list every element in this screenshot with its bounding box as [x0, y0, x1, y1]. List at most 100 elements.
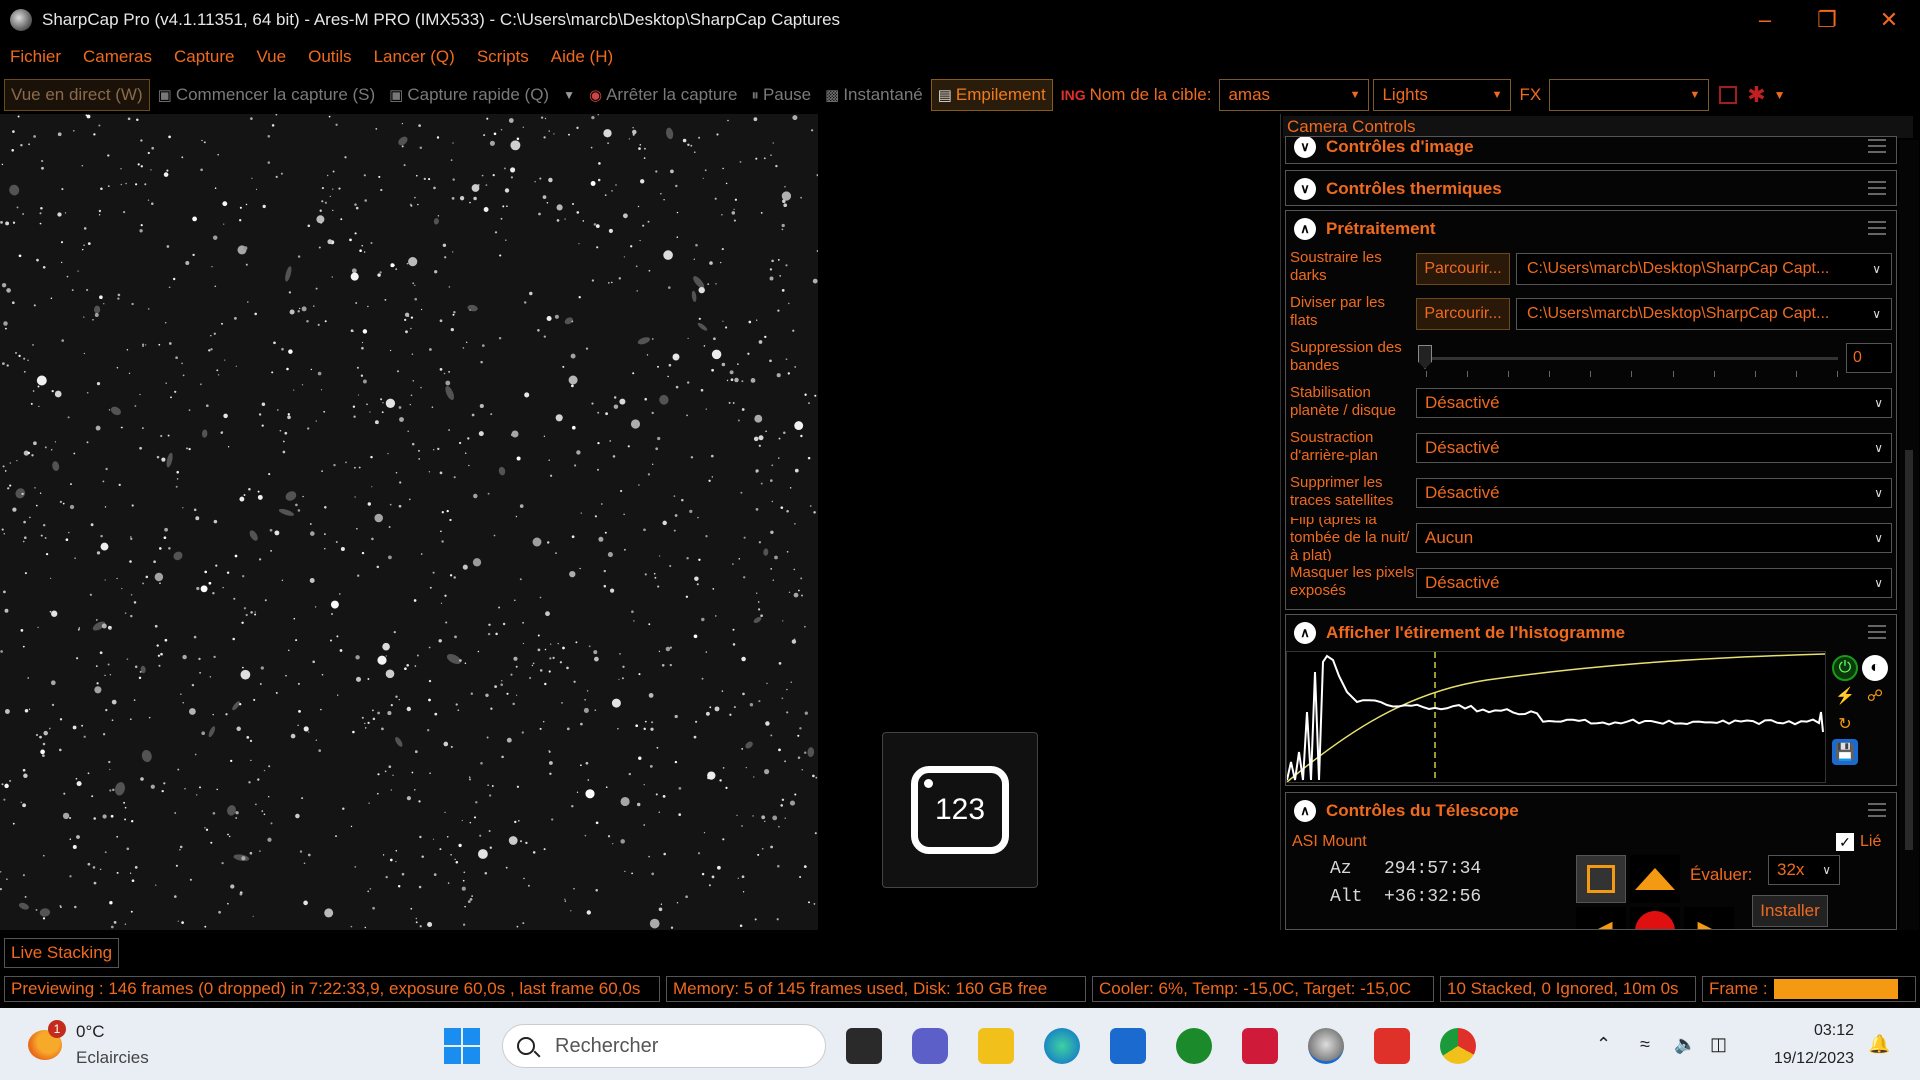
reset-icon[interactable]: ↻ [1832, 711, 1858, 737]
bg-sub-select[interactable]: Désactivé ∨ [1416, 433, 1892, 463]
save-icon[interactable]: 💾 [1832, 739, 1858, 765]
chrome-icon[interactable] [1440, 1028, 1476, 1064]
battery-icon[interactable]: ◫ [1710, 1008, 1727, 1080]
darks-path-select[interactable]: C:\Users\marcb\Desktop\SharpCap Capt... … [1516, 253, 1892, 285]
section-header[interactable]: ∧ Contrôles du Télescope [1286, 793, 1896, 829]
close-icon[interactable]: ✕ [1858, 0, 1920, 40]
menu-cameras[interactable]: Cameras [83, 47, 152, 67]
weather-description[interactable]: Eclaircies [76, 1048, 149, 1068]
darks-browse-button[interactable]: Parcourir... [1416, 253, 1510, 285]
stacking-button[interactable]: ▤ Empilement [930, 79, 1053, 111]
install-button[interactable]: Installer [1752, 895, 1828, 927]
task-view-icon[interactable] [846, 1028, 882, 1064]
chevron-down-icon[interactable]: ∨ [1294, 178, 1316, 200]
drag-handle-icon[interactable] [1868, 625, 1886, 639]
menu-capture[interactable]: Capture [174, 47, 234, 67]
section-preprocessing: ∧ Prétraitement Soustraire les darks Par… [1285, 210, 1897, 610]
chevron-down-icon[interactable]: ∨ [1294, 137, 1316, 158]
live-stacking-tab[interactable]: Live Stacking [4, 938, 120, 968]
sharpcap-taskbar-icon[interactable] [1308, 1028, 1344, 1064]
hot-pixels-row: Masquer les pixels exposés Désactivé ∨ [1286, 562, 1896, 606]
taskbar-search-input[interactable]: Rechercher [502, 1024, 826, 1068]
phd-guiding-icon[interactable] [1176, 1028, 1212, 1064]
chevron-up-icon[interactable]: ∧ [1294, 622, 1316, 644]
section-thermal[interactable]: ∨ Contrôles thermiques [1285, 170, 1897, 206]
roi-icon[interactable] [1719, 86, 1738, 104]
banding-slider-track[interactable] [1426, 357, 1838, 360]
move-east-button[interactable]: ▶ [1684, 907, 1734, 929]
panel-scrollbar[interactable] [1899, 140, 1919, 930]
lock-icon[interactable]: ☍ [1862, 683, 1888, 709]
drag-handle-icon[interactable] [1868, 181, 1886, 195]
astro-app-icon[interactable] [1242, 1028, 1278, 1064]
frame-type-select[interactable]: Lights ▼ [1373, 79, 1512, 111]
anydesk-icon[interactable] [1374, 1028, 1410, 1064]
star-image[interactable] [0, 114, 818, 930]
menu-lancer[interactable]: Lancer (Q) [374, 47, 455, 67]
clock-date[interactable]: 19/12/2023 [1740, 1050, 1854, 1068]
drag-handle-icon[interactable] [1868, 803, 1886, 817]
linked-checkbox[interactable]: ✓ Lié [1836, 833, 1881, 851]
flats-path-select[interactable]: C:\Users\marcb\Desktop\SharpCap Capt... … [1516, 298, 1892, 330]
satellite-select[interactable]: Désactivé ∨ [1416, 478, 1892, 508]
section-header[interactable]: ∧ Afficher l'étirement de l'histogramme [1286, 615, 1896, 651]
target-name-button[interactable]: ING Nom de la cible: [1055, 79, 1218, 111]
weather-temperature[interactable]: 0°C [76, 1022, 105, 1042]
section-header[interactable]: ∨ Contrôles thermiques [1286, 171, 1896, 207]
drag-handle-icon[interactable] [1868, 221, 1886, 235]
flip-select[interactable]: Aucun ∨ [1416, 523, 1892, 553]
chevron-up-icon[interactable]: ∧ [1294, 218, 1316, 240]
reticle-icon[interactable]: ✱ [1747, 82, 1765, 108]
live-view-button[interactable]: Vue en direct (W) [4, 79, 150, 111]
teams-chat-icon[interactable] [912, 1028, 948, 1064]
target-name-input[interactable]: amas ▼ [1219, 79, 1370, 111]
stabilize-select[interactable]: Désactivé ∨ [1416, 388, 1892, 418]
section-header[interactable]: ∨ Contrôles d'image [1286, 137, 1896, 163]
wifi-icon[interactable]: ≈ [1640, 1008, 1650, 1080]
histogram-display[interactable] [1286, 651, 1826, 783]
fx-select[interactable]: ▼ [1549, 79, 1710, 111]
stop-capture-button[interactable]: ◉ Arrêter la capture [583, 79, 743, 111]
menu-vue[interactable]: Vue [256, 47, 286, 67]
pause-button[interactable]: ⏸ Pause [745, 79, 817, 111]
stop-mount-button[interactable] [1630, 907, 1680, 929]
section-header[interactable]: ∧ Prétraitement [1286, 211, 1896, 247]
file-explorer-icon[interactable] [978, 1028, 1014, 1064]
clock-time[interactable]: 03:12 [1764, 1022, 1854, 1040]
banding-value-input[interactable]: 0 [1846, 343, 1892, 373]
windows-start-icon[interactable] [444, 1028, 480, 1064]
move-west-button[interactable]: ◀ [1576, 907, 1626, 929]
minimize-icon[interactable]: – [1734, 0, 1796, 40]
store-icon[interactable] [1110, 1028, 1146, 1064]
section-image-controls[interactable]: ∨ Contrôles d'image [1285, 136, 1897, 164]
banding-slider-thumb[interactable] [1418, 345, 1432, 369]
restore-icon[interactable]: ❐ [1796, 0, 1858, 40]
power-icon[interactable]: ⏻ [1832, 655, 1858, 681]
lightning-icon[interactable]: ⚡ [1832, 683, 1858, 709]
quick-capture-button[interactable]: ▣ Capture rapide (Q) ▼ [383, 79, 581, 111]
menu-fichier[interactable]: Fichier [10, 47, 61, 67]
notification-bell-icon[interactable]: 🔔 [1868, 1008, 1890, 1080]
stabilize-row: Stabilisation planète / disque Désactivé… [1286, 382, 1896, 426]
rate-select[interactable]: 32x ∨ [1768, 855, 1840, 885]
contrast-icon[interactable]: ◐ [1862, 655, 1888, 681]
edge-browser-icon[interactable] [1044, 1028, 1080, 1064]
flats-browse-button[interactable]: Parcourir... [1416, 298, 1510, 330]
move-north-button[interactable] [1630, 855, 1680, 903]
menu-aide[interactable]: Aide (H) [551, 47, 613, 67]
target-icon: ING [1060, 87, 1086, 103]
chevron-down-icon[interactable]: ▼ [563, 88, 575, 102]
scrollbar-thumb[interactable] [1905, 450, 1913, 850]
chevron-up-icon[interactable]: ∧ [1294, 800, 1316, 822]
menu-outils[interactable]: Outils [308, 47, 351, 67]
start-capture-button[interactable]: ▣ Commencer la capture (S) [152, 79, 382, 111]
volume-icon[interactable]: 🔈 [1674, 1008, 1696, 1080]
hot-pixels-select[interactable]: Désactivé ∨ [1416, 568, 1892, 598]
menu-scripts[interactable]: Scripts [477, 47, 529, 67]
chevron-down-icon[interactable]: ▼ [1774, 88, 1786, 102]
drag-handle-icon[interactable] [1868, 139, 1886, 153]
hot-pixels-value: Désactivé [1425, 573, 1500, 592]
tray-chevron-icon[interactable]: ⌃ [1596, 1008, 1611, 1080]
goto-home-button[interactable] [1576, 855, 1626, 903]
snapshot-button[interactable]: ▩ Instantané [819, 79, 929, 111]
